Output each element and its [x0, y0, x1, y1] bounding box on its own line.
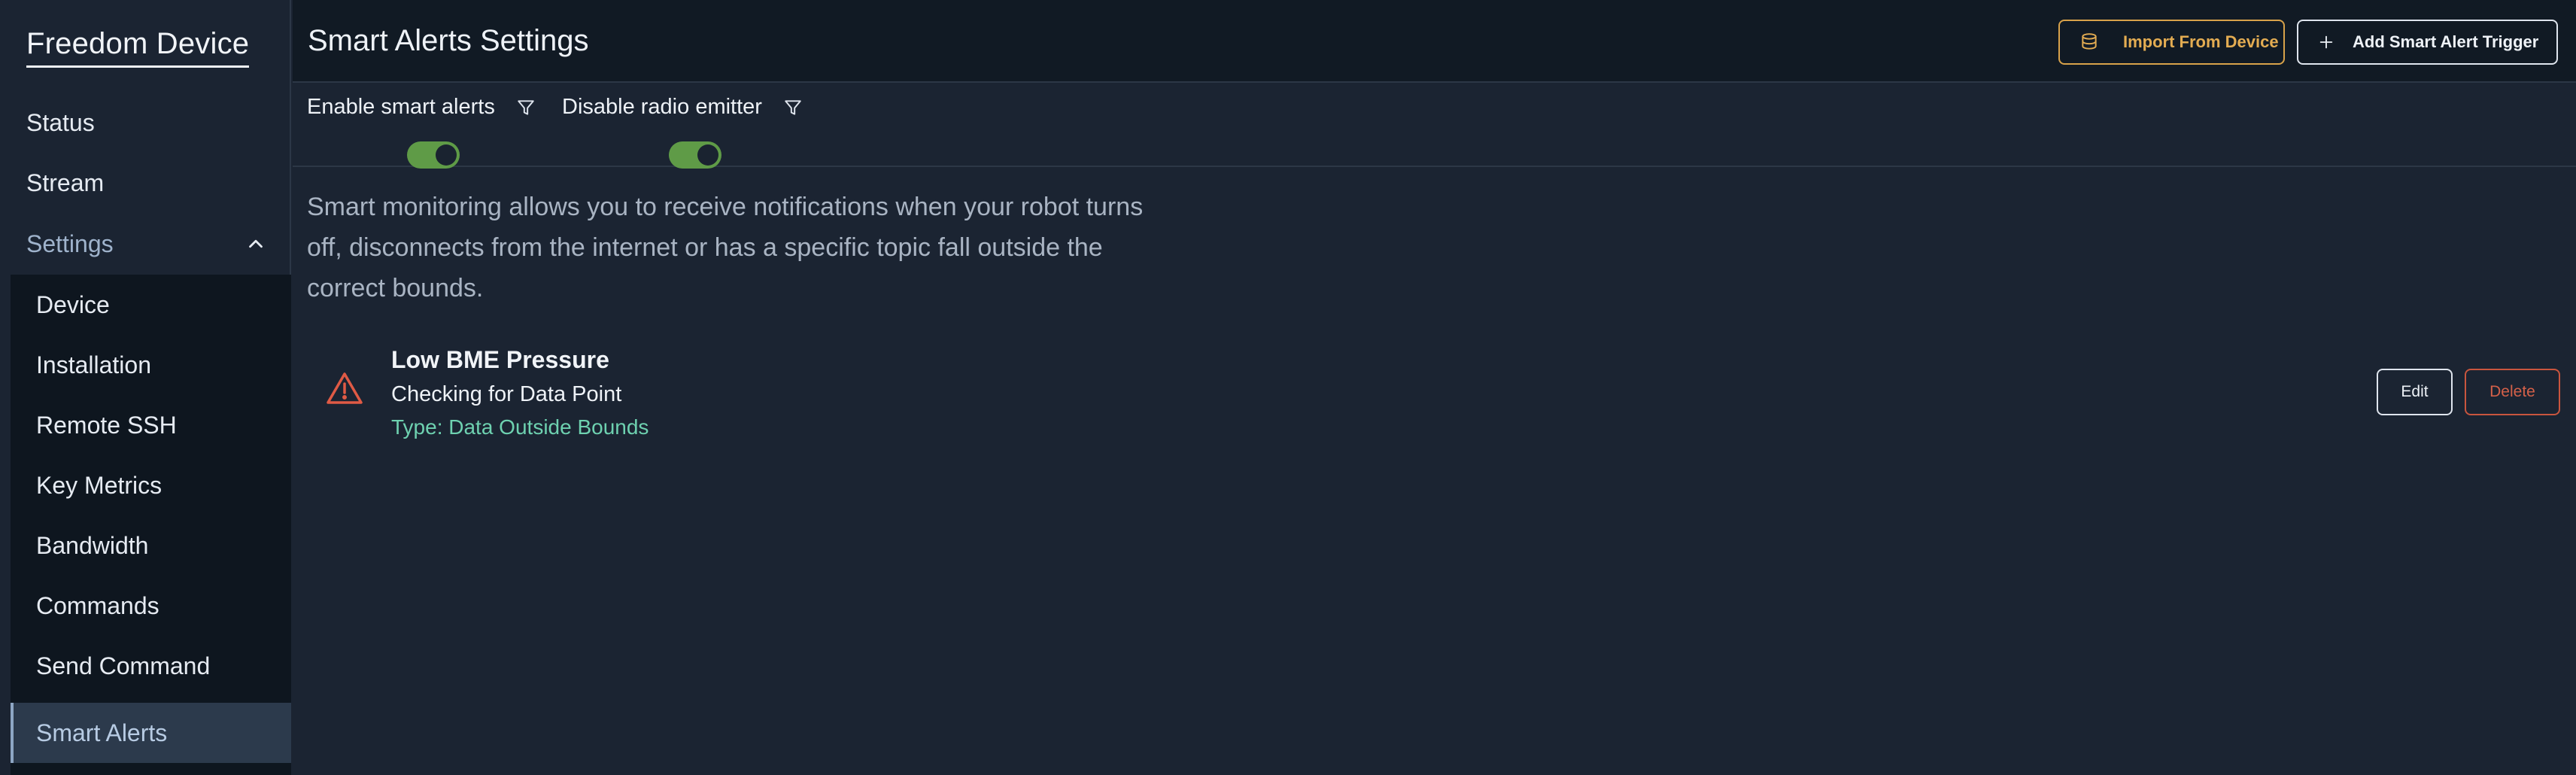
add-smart-alert-trigger-label: Add Smart Alert Trigger — [2353, 32, 2539, 51]
sidebar-item-installation[interactable]: Installation — [11, 335, 291, 395]
disable-radio-emitter-label: Disable radio emitter — [562, 95, 762, 119]
page-title: Smart Alerts Settings — [308, 24, 589, 57]
sidebar-item-stream[interactable]: Stream — [26, 169, 104, 197]
toggle-knob — [436, 144, 457, 166]
sidebar-item-key-metrics[interactable]: Key Metrics — [11, 455, 291, 515]
enable-smart-alerts-label: Enable smart alerts — [307, 95, 495, 119]
import-from-device-label: Import From Device — [2123, 32, 2279, 51]
enable-smart-alerts-toggle[interactable] — [407, 141, 460, 169]
filter-icon[interactable] — [783, 98, 803, 117]
toggle-bar: Enable smart alerts Disable radio emitte… — [293, 83, 2576, 169]
sidebar-item-settings[interactable]: Settings — [26, 229, 267, 259]
enable-smart-alerts-group: Enable smart alerts — [307, 95, 536, 169]
database-icon — [2082, 33, 2097, 50]
toggle-knob — [697, 144, 718, 166]
sidebar-item-commands[interactable]: Commands — [11, 576, 291, 636]
brand-title[interactable]: Freedom Device — [26, 27, 250, 68]
settings-submenu: Device Installation Remote SSH Key Metri… — [11, 275, 291, 775]
sidebar: Freedom Device Status Stream Settings De… — [0, 0, 291, 775]
sidebar-item-smart-alerts[interactable]: Smart Alerts — [11, 703, 291, 763]
import-from-device-button[interactable]: Import From Device — [2058, 20, 2285, 65]
alert-title: Low BME Pressure — [391, 346, 609, 373]
alert-subtitle: Checking for Data Point — [391, 382, 622, 406]
sidebar-item-send-command[interactable]: Send Command — [11, 636, 291, 696]
filter-icon[interactable] — [516, 98, 536, 117]
alert-type: Type: Data Outside Bounds — [391, 415, 649, 439]
page-header: Smart Alerts Settings Import From Device… — [293, 0, 2576, 83]
chevron-up-icon[interactable] — [245, 232, 267, 255]
sidebar-item-status[interactable]: Status — [26, 109, 95, 137]
delete-button[interactable]: Delete — [2465, 369, 2560, 415]
plus-icon — [2319, 35, 2333, 49]
sidebar-item-bandwidth[interactable]: Bandwidth — [11, 515, 291, 576]
disable-radio-emitter-group: Disable radio emitter — [562, 95, 803, 169]
edit-button[interactable]: Edit — [2377, 369, 2453, 415]
add-smart-alert-trigger-button[interactable]: Add Smart Alert Trigger — [2297, 20, 2558, 65]
app-root: Freedom Device Status Stream Settings De… — [0, 0, 2576, 775]
disable-radio-emitter-toggle[interactable] — [669, 141, 721, 169]
warning-icon — [327, 372, 363, 404]
smart-monitoring-description: Smart monitoring allows you to receive n… — [307, 193, 1144, 302]
sidebar-item-remote-ssh[interactable]: Remote SSH — [11, 395, 291, 455]
sidebar-item-device[interactable]: Device — [11, 275, 291, 335]
alert-list-item: Low BME Pressure Checking for Data Point… — [293, 339, 2576, 451]
sidebar-item-settings-label: Settings — [26, 229, 114, 257]
